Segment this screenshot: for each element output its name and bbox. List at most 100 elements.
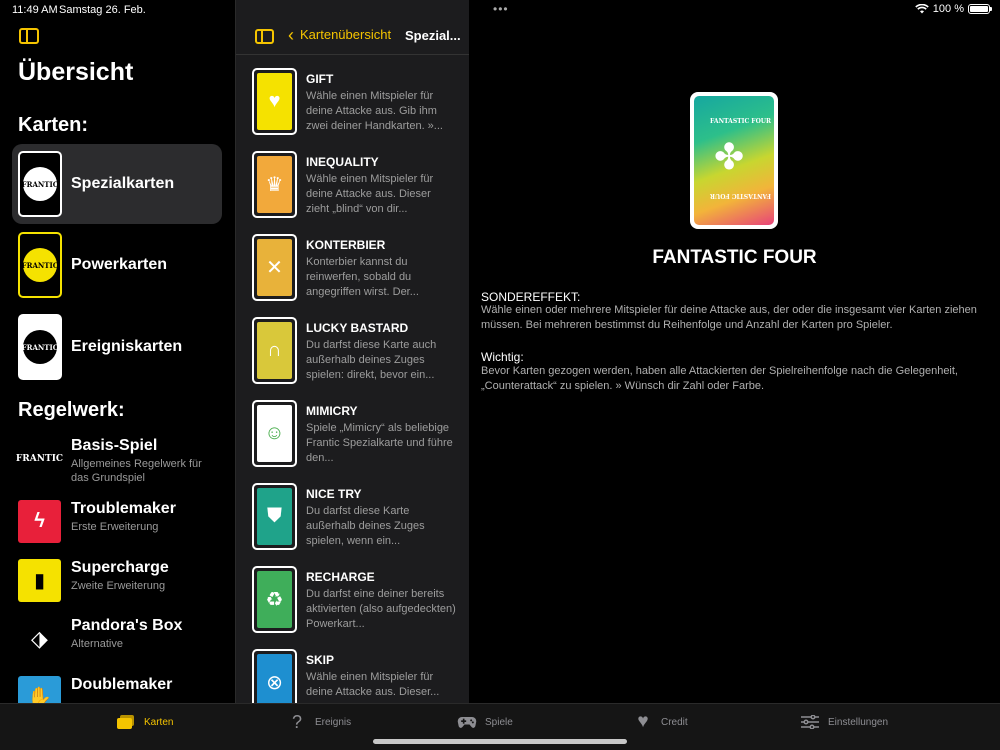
list-item[interactable]: ♥ GIFT Wähle einen Mitspieler für deine At… <box>236 55 469 138</box>
card-name: LUCKY BASTARD <box>306 321 409 335</box>
sidebar-toggle-icon[interactable] <box>255 29 274 44</box>
wifi-icon <box>915 4 929 14</box>
box-icon: ⬗ <box>31 625 48 651</box>
rules-heading: Regelwerk: <box>18 399 125 421</box>
sidebar-item-powerkarten[interactable]: FRANTIC Powerkarten <box>12 225 222 305</box>
hand-icon: ✋ <box>18 676 61 703</box>
ereigniskarten-card-icon: FRANTIC <box>18 314 62 380</box>
frantic-logo: FRANTIC <box>22 248 58 282</box>
gamepad-icon <box>457 714 477 730</box>
card-thumbnail: ☺ <box>252 400 297 467</box>
sliders-icon <box>800 714 820 730</box>
rule-title: Pandora's Box <box>71 617 183 634</box>
tab-einstellungen[interactable]: Einstellungen <box>800 714 888 730</box>
battery-icon <box>968 4 992 14</box>
card-title: FANTASTIC FOUR <box>652 247 817 268</box>
tab-spiele[interactable]: Spiele <box>457 714 513 730</box>
tab-karten[interactable]: Karten <box>116 714 173 730</box>
battery-percent: 100 % <box>932 3 964 15</box>
list-item[interactable]: ♛ INEQUALITY Wähle einen Mitspieler für de… <box>236 138 469 221</box>
multitasking-dots-icon[interactable]: ••• <box>493 2 509 16</box>
list-item[interactable]: ⊗ SKIP Wähle einen Mitspieler für deine At… <box>236 636 469 703</box>
card-description: Wähle einen Mitspieler für deine Attacke… <box>306 173 434 215</box>
rule-title: Supercharge <box>71 559 169 576</box>
list-item[interactable]: ✕ KONTERBIER Konterbier kannst du reinwerf… <box>236 221 469 304</box>
recycle-card-icon: ♻ <box>257 571 292 628</box>
card-name: GIFT <box>306 72 334 86</box>
chevron-left-icon: ‹ <box>288 24 294 45</box>
frantic-logo: FRANTIC <box>22 330 58 364</box>
lightning-icon: ϟ <box>18 500 61 543</box>
horseshoe-icon: ∩ <box>257 322 292 379</box>
heart-icon: ♥ <box>257 73 292 130</box>
card-thumbnail: ⊗ <box>252 649 297 703</box>
card-thumbnail: ♻ <box>252 566 297 633</box>
card-name: SKIP <box>306 653 335 667</box>
masks-icon: ☺ <box>257 405 292 462</box>
card-description: Wähle einen Mitspieler für deine Attacke… <box>306 90 443 132</box>
card-image: FANTASTIC FOUR ✤ FANTASTIC FOUR <box>690 92 778 229</box>
status-date: Samstag 26. Feb. <box>59 4 146 16</box>
detail-panel: FANTASTIC FOUR ✤ FANTASTIC FOUR FANTASTI… <box>469 0 1000 703</box>
list-item[interactable]: ⛊ NICE TRY Du darfst diese Karte außerhalb… <box>236 470 469 553</box>
rule-subtitle: Erste Erweiterung <box>71 521 159 533</box>
card-description: Spiele „Mimicry“ als beliebige Frantic S… <box>306 422 453 464</box>
card-name: RECHARGE <box>306 570 375 584</box>
sidebar-item-label: Ereigniskarten <box>71 338 183 355</box>
card-label-top: FANTASTIC FOUR <box>710 118 772 125</box>
home-indicator[interactable] <box>373 739 627 744</box>
sidebar-item-supercharge[interactable]: ▮ Supercharge Zweite Erweiterung <box>18 559 228 609</box>
heart-icon: ♥ <box>637 711 649 732</box>
list-title: Spezial... <box>405 28 461 43</box>
spezialkarten-card-icon: FRANTIC <box>18 151 62 217</box>
skip-icon: ⊗ <box>257 654 292 703</box>
card-name: KONTERBIER <box>306 238 386 252</box>
rule-title: Basis-Spiel <box>71 437 158 454</box>
list-item[interactable]: ☺ MIMICRY Spiele „Mimicry“ als beliebige F… <box>236 387 469 470</box>
battery-icon: ▮ <box>18 559 61 602</box>
rule-title: Troublemaker <box>71 500 176 517</box>
sidebar-item-spezialkarten[interactable]: FRANTIC Spezialkarten <box>12 144 222 224</box>
section-heading: Wichtig: <box>481 350 524 364</box>
card-label-bottom: FANTASTIC FOUR <box>710 192 772 199</box>
section-heading: SONDEREFFEKT: <box>481 290 581 304</box>
frantic-logo: FRANTIC <box>15 453 64 464</box>
rule-subtitle: Alternative <box>71 638 123 650</box>
powerkarten-card-icon: FRANTIC <box>18 232 62 298</box>
back-button[interactable]: ‹ Kartenübersicht <box>288 24 392 45</box>
sidebar: Übersicht Karten: FRANTIC Spezialkarten … <box>0 0 235 703</box>
section-text: Bevor Karten gezogen werden, haben alle … <box>481 365 958 392</box>
card-thumbnail: ∩ <box>252 317 297 384</box>
card-description: Du darfst diese Karte auch außerhalb dei… <box>306 339 437 381</box>
status-right: 100 % <box>915 3 992 15</box>
sidebar-toggle-icon[interactable] <box>19 28 39 44</box>
card-thumbnail: ✕ <box>252 234 297 301</box>
sidebar-item-basis-spiel[interactable]: FRANTIC Basis-Spiel Allgemeines Regelwer… <box>15 437 228 487</box>
sidebar-item-pandoras-box[interactable]: ⬗ Pandora's Box Alternative <box>18 617 228 667</box>
status-time: 11:49 AM <box>12 4 58 16</box>
shield-icon: ⛊ <box>257 488 292 545</box>
tab-ereignis[interactable]: ? Ereignis <box>287 712 352 732</box>
sidebar-item-ereigniskarten[interactable]: FRANTIC Ereigniskarten <box>12 307 222 387</box>
card-thumbnail: ⛊ <box>252 483 297 550</box>
list-item[interactable]: ∩ LUCKY BASTARD Du darfst diese Karte auch… <box>236 304 469 387</box>
crossed-tools-icon: ✕ <box>257 239 292 296</box>
tab-label: Ereignis <box>315 716 352 728</box>
sidebar-item-troublemaker[interactable]: ϟ Troublemaker Erste Erweiterung <box>18 500 228 550</box>
tab-credit[interactable]: ♥ Credit <box>633 711 687 732</box>
card-name: NICE TRY <box>306 487 362 501</box>
card-thumbnail: ♛ <box>252 151 297 218</box>
frantic-logo: FRANTIC <box>22 167 58 201</box>
card-description: Du darfst eine deiner bereits aktivierte… <box>306 588 456 630</box>
rule-title: Doublemaker <box>71 676 173 693</box>
card-name: MIMICRY <box>306 404 358 418</box>
rule-subtitle: Zweite Erweiterung <box>71 580 166 592</box>
list-item[interactable]: ♻ RECHARGE Du darfst eine deiner bereits a… <box>236 553 469 636</box>
card-name: INEQUALITY <box>306 155 379 169</box>
card-description: Du darfst diese Karte außerhalb deines Z… <box>306 505 425 547</box>
sidebar-item-doublemaker[interactable]: ✋ Doublemaker <box>18 676 228 703</box>
card-description: Wähle einen Mitspieler für deine Attacke… <box>306 671 440 698</box>
back-label: Kartenübersicht <box>300 27 392 42</box>
tab-label: Karten <box>144 716 174 728</box>
card-artwork: FANTASTIC FOUR ✤ FANTASTIC FOUR <box>694 96 774 225</box>
